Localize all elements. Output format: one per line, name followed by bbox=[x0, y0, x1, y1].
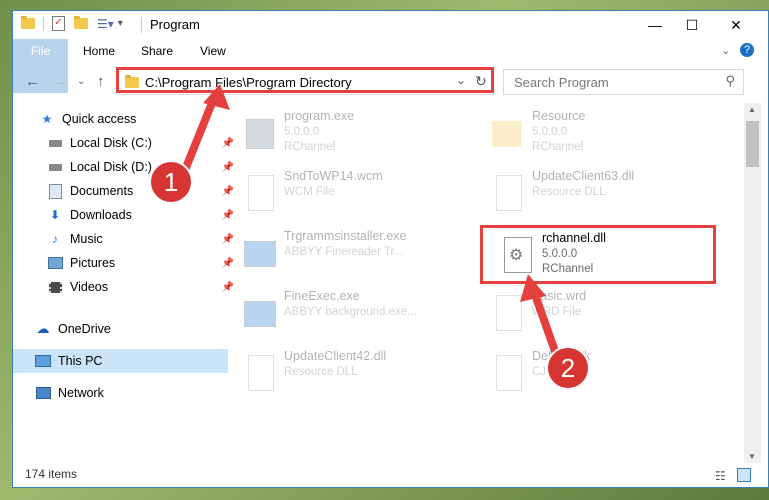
step-1-badge: 1 bbox=[149, 160, 193, 204]
step-2-badge: 2 bbox=[546, 346, 590, 390]
annotation-arrows bbox=[181, 84, 560, 358]
